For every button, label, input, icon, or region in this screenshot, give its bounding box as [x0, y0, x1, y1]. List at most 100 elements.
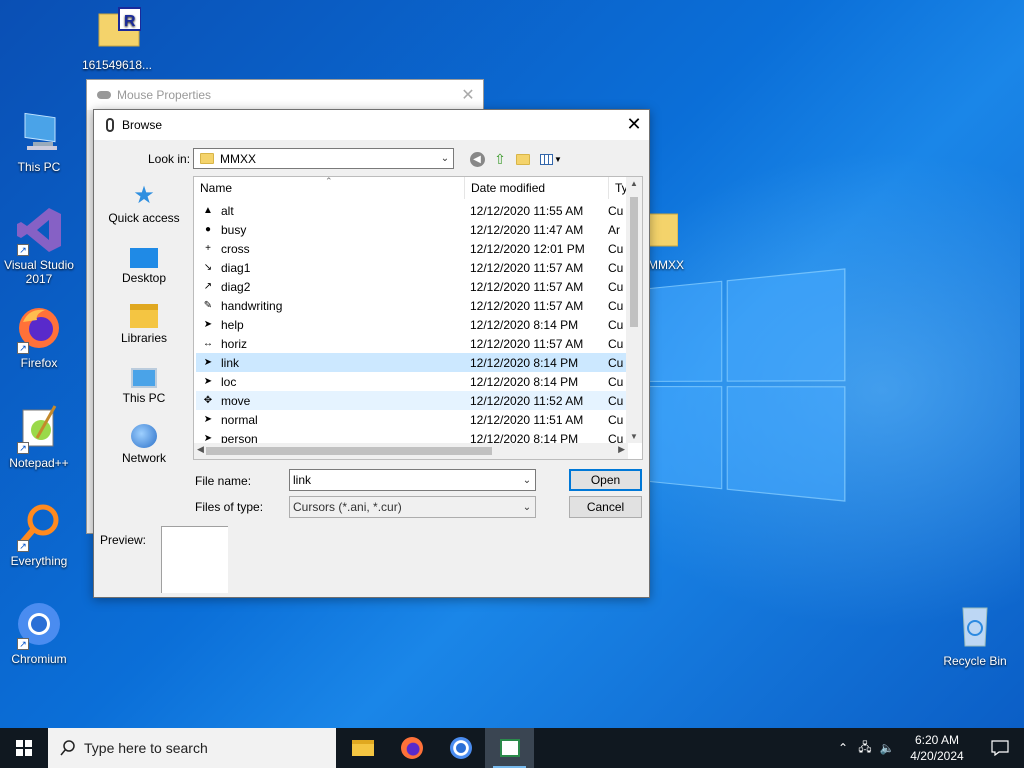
- sort-up-icon: ⌃: [325, 176, 333, 186]
- file-name: move: [221, 393, 251, 408]
- file-row[interactable]: ➤ help 12/12/2020 8:14 PM Cu: [196, 315, 626, 334]
- file-rows: ▲ alt 12/12/2020 11:55 AM Cu ● busy 12/12/2020…: [196, 201, 626, 448]
- file-row[interactable]: ➤ link 12/12/2020 8:14 PM Cu: [196, 353, 626, 372]
- file-type: Cu: [608, 374, 624, 389]
- taskbar-search-box[interactable]: Type here to search: [48, 728, 336, 768]
- view-menu-button[interactable]: ▼: [538, 150, 564, 168]
- file-name-label: File name:: [195, 474, 252, 488]
- new-folder-button[interactable]: [514, 150, 532, 168]
- close-button[interactable]: ✕: [619, 110, 649, 140]
- cancel-button[interactable]: Cancel: [569, 496, 642, 518]
- file-row[interactable]: ↘ diag1 12/12/2020 11:57 AM Cu: [196, 258, 626, 277]
- file-row[interactable]: ✥ move 12/12/2020 11:52 AM Cu: [196, 391, 626, 410]
- up-folder-button[interactable]: ⇧: [491, 150, 509, 168]
- svg-text:R: R: [124, 13, 136, 30]
- files-of-type-value: Cursors (*.ani, *.cur): [293, 500, 402, 514]
- file-explorer-icon: [351, 740, 374, 756]
- file-icon: R: [93, 6, 142, 54]
- chevron-down-icon[interactable]: ⌄: [519, 502, 535, 513]
- cursor-file-icon: ✥: [203, 394, 213, 406]
- file-list-header: Name ⌃ Date modified Ty: [194, 177, 628, 199]
- clock-date: 4/20/2024: [910, 749, 964, 763]
- file-row[interactable]: ↔ horiz 12/12/2020 11:57 AM Cu: [196, 334, 626, 353]
- taskbar-firefox[interactable]: [387, 728, 436, 768]
- column-header-name[interactable]: Name ⌃: [194, 177, 465, 199]
- place-label: Quick access: [108, 211, 180, 225]
- place-network[interactable]: Network: [102, 420, 186, 480]
- back-button[interactable]: ◀: [468, 150, 486, 168]
- taskbar-mouse-properties[interactable]: [485, 728, 534, 768]
- clock[interactable]: 6:20 AM 4/20/2024: [898, 732, 976, 764]
- file-row[interactable]: ● busy 12/12/2020 11:47 AM Ar: [196, 220, 626, 239]
- file-row[interactable]: + cross 12/12/2020 12:01 PM Cu: [196, 239, 626, 258]
- scroll-up-icon[interactable]: ▲: [626, 179, 642, 188]
- start-button[interactable]: [0, 728, 48, 768]
- scroll-right-icon[interactable]: ▶: [618, 444, 625, 455]
- shortcut-arrow-icon: ↗: [17, 244, 29, 256]
- desktop-icon-chromium[interactable]: ↗ Chromium: [1, 600, 77, 666]
- place-this-pc[interactable]: This PC: [102, 360, 186, 420]
- notifications-button[interactable]: [976, 740, 1024, 756]
- scroll-thumb[interactable]: [206, 447, 492, 455]
- horizontal-scrollbar[interactable]: ◀ ▶: [194, 443, 628, 459]
- desktop-icon-file[interactable]: R 161549618...: [79, 6, 155, 72]
- scroll-left-icon[interactable]: ◀: [197, 444, 204, 455]
- place-label: Libraries: [120, 331, 168, 345]
- firefox-icon: [400, 737, 423, 759]
- file-name: diag1: [221, 260, 251, 275]
- desktop-icon-label: Notepad++: [9, 456, 69, 470]
- chevron-down-icon: ▼: [554, 154, 562, 164]
- file-row[interactable]: ↗ diag2 12/12/2020 11:57 AM Cu: [196, 277, 626, 296]
- column-header-date[interactable]: Date modified: [465, 177, 609, 199]
- windows-logo-wallpaper: [630, 268, 846, 502]
- control-panel-icon: [499, 739, 520, 757]
- scroll-down-icon[interactable]: ▼: [626, 432, 642, 441]
- browse-title: Browse: [122, 118, 163, 132]
- file-type: Cu: [608, 260, 624, 275]
- file-date: 12/12/2020 8:14 PM: [470, 374, 579, 389]
- place-libraries[interactable]: Libraries: [102, 300, 186, 360]
- file-row[interactable]: ➤ normal 12/12/2020 11:51 AM Cu: [196, 410, 626, 429]
- speaker-muted-icon[interactable]: 🔈: [876, 741, 898, 755]
- desktop-icon-label: Recycle Bin: [943, 654, 1007, 668]
- chevron-up-icon[interactable]: ⌃: [832, 741, 854, 755]
- file-row[interactable]: ▲ alt 12/12/2020 11:55 AM Cu: [196, 201, 626, 220]
- desktop-icon-label: This PC: [17, 160, 61, 174]
- files-of-type-select[interactable]: Cursors (*.ani, *.cur) ⌄: [289, 496, 536, 518]
- chromium-icon: ↗: [15, 600, 63, 650]
- file-row[interactable]: ✎ handwriting 12/12/2020 11:57 AM Cu: [196, 296, 626, 315]
- look-in-dropdown[interactable]: MMXX ⌄: [193, 148, 454, 169]
- cursor-file-icon: ✎: [203, 299, 213, 311]
- desktop-icon-everything[interactable]: ↗ Everything: [1, 502, 77, 568]
- place-quick-access[interactable]: ★ Quick access: [102, 180, 186, 240]
- file-name: cross: [221, 241, 250, 256]
- open-button[interactable]: Open: [569, 469, 642, 491]
- clock-time: 6:20 AM: [914, 733, 960, 747]
- network-icon[interactable]: 🖧: [854, 738, 876, 759]
- file-list[interactable]: Name ⌃ Date modified Ty ▲ alt 12/12/2020 11…: [193, 176, 643, 460]
- file-date: 12/12/2020 12:01 PM: [470, 241, 585, 256]
- browse-titlebar[interactable]: Browse ✕: [94, 110, 649, 140]
- file-type: Cu: [608, 279, 624, 294]
- mouse-properties-titlebar[interactable]: Mouse Properties ✕: [87, 80, 483, 110]
- vertical-scrollbar[interactable]: ▲ ▼: [626, 177, 642, 443]
- file-name: loc: [221, 374, 237, 389]
- file-name-input[interactable]: link ⌄: [289, 469, 536, 491]
- file-row[interactable]: ➤ loc 12/12/2020 8:14 PM Cu: [196, 372, 626, 391]
- taskbar-file-explorer[interactable]: [338, 728, 387, 768]
- close-icon[interactable]: ✕: [453, 85, 483, 105]
- mouse-properties-title: Mouse Properties: [117, 88, 212, 102]
- desktop-icon-this-pc[interactable]: This PC: [1, 108, 77, 174]
- desktop-icon-recycle-bin[interactable]: Recycle Bin: [937, 602, 1013, 668]
- preview-label: Preview:: [100, 533, 147, 547]
- file-date: 12/12/2020 11:52 AM: [470, 393, 584, 408]
- desktop-icon-notepadpp[interactable]: ↗ Notepad++: [1, 404, 77, 470]
- desktop-icon-firefox[interactable]: ↗ Firefox: [1, 304, 77, 370]
- new-folder-icon: [516, 153, 530, 165]
- chevron-down-icon[interactable]: ⌄: [519, 475, 535, 486]
- taskbar-chromium[interactable]: [436, 728, 485, 768]
- place-desktop[interactable]: Desktop: [102, 240, 186, 300]
- search-icon: [60, 740, 75, 756]
- scroll-thumb[interactable]: [630, 197, 638, 327]
- desktop-icon-visual-studio[interactable]: ↗ Visual Studio 2017: [1, 206, 77, 286]
